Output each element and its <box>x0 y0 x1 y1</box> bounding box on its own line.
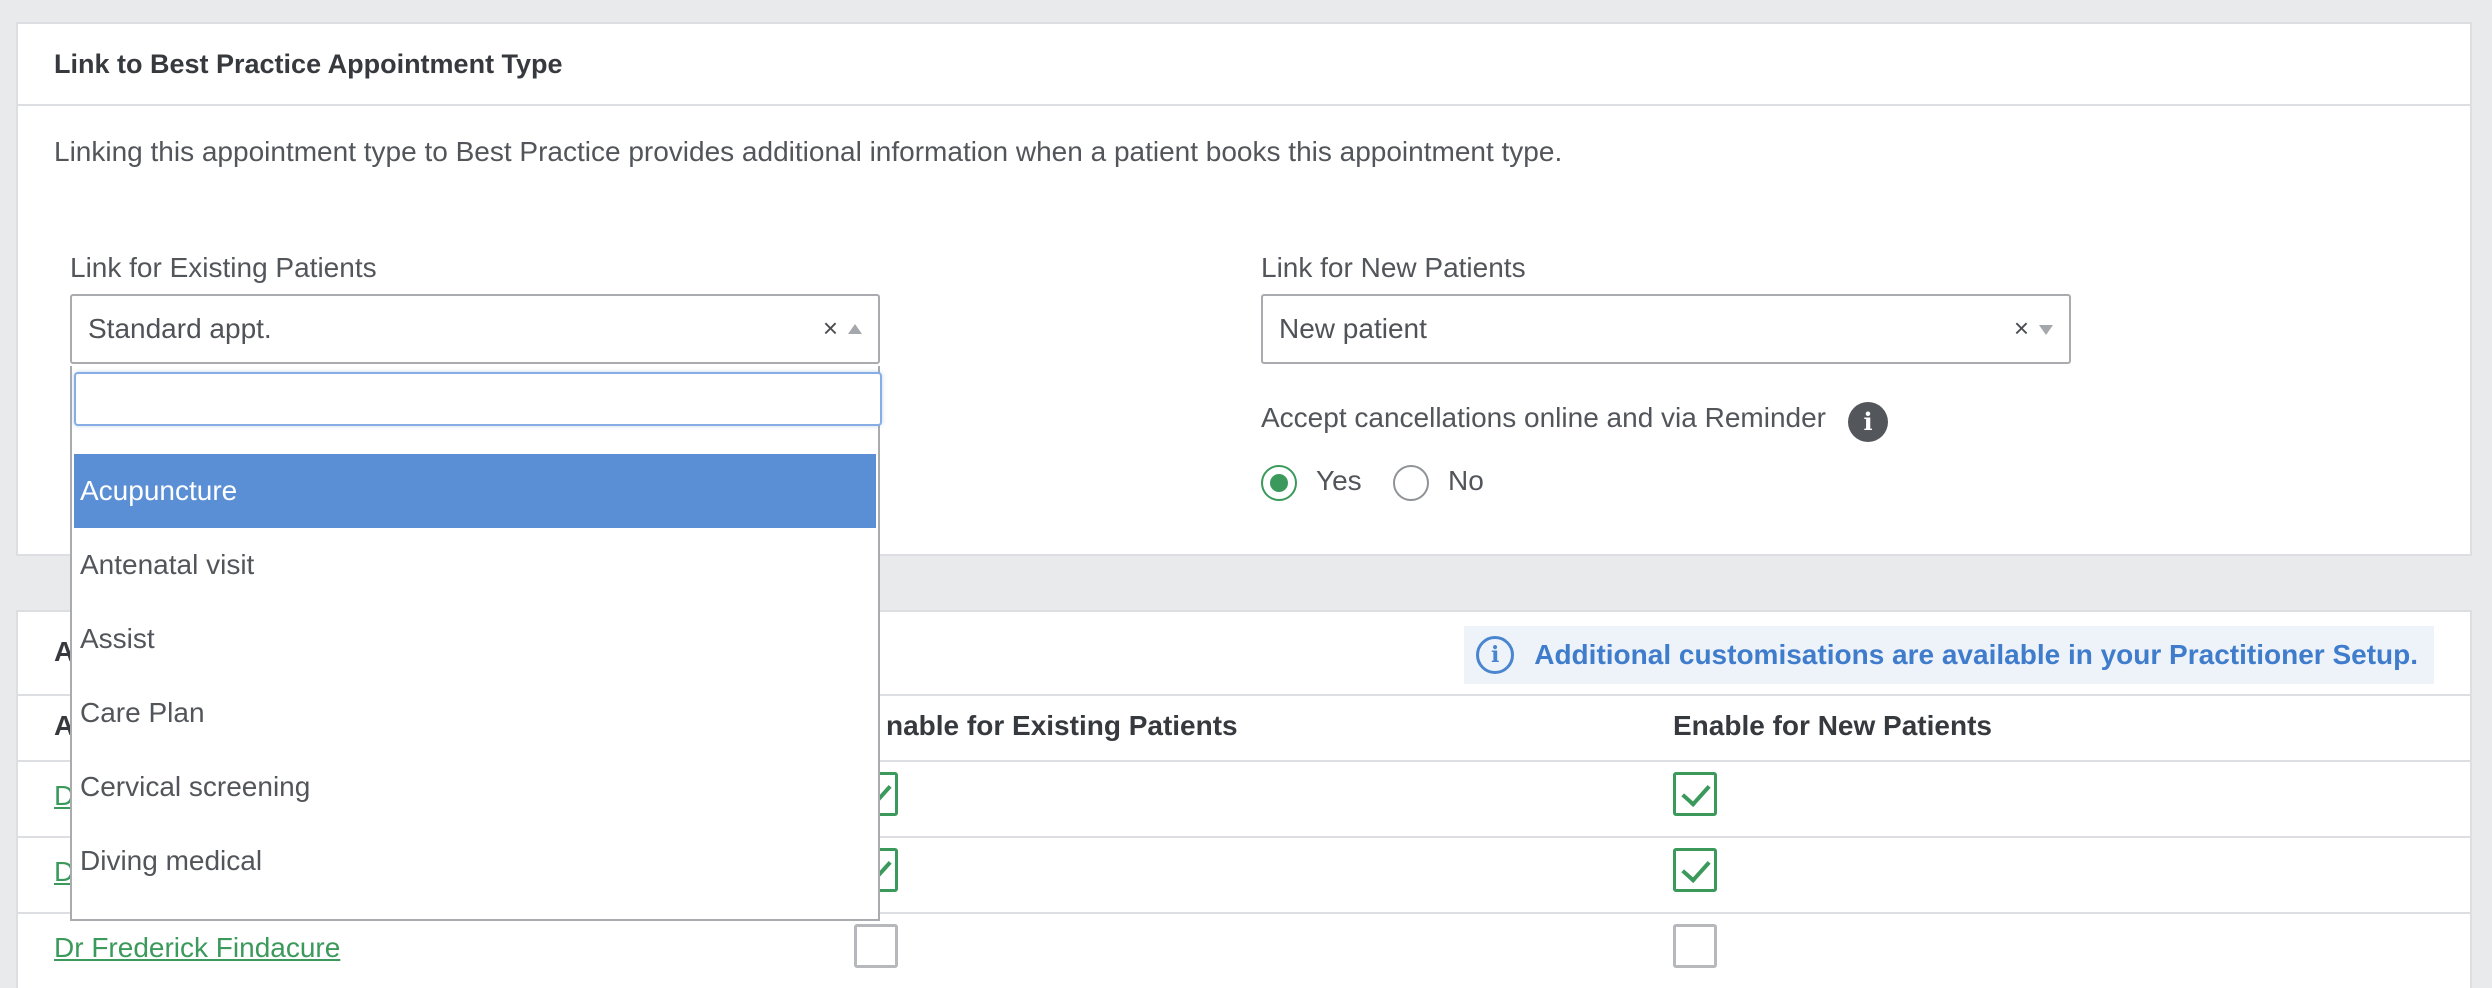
cancellations-label: Accept cancellations online and via Remi… <box>1261 402 1826 433</box>
cancel-no-radio[interactable] <box>1393 465 1429 501</box>
info-circle-icon: i <box>1476 636 1515 674</box>
dropdown-option[interactable]: Antenatal visit <box>74 528 876 602</box>
col-header-new: Enable for New Patients <box>1673 710 1992 741</box>
info-icon[interactable]: i <box>1848 402 1888 442</box>
link-panel-title: Link to Best Practice Appointment Type <box>54 48 563 79</box>
dropdown-options: Acupuncture Antenatal visit Assist Care … <box>74 454 876 898</box>
new-patients-select[interactable]: New patient × <box>1261 294 2071 364</box>
caret-up-icon[interactable] <box>848 324 862 334</box>
existing-patients-dropdown: Acupuncture Antenatal visit Assist Care … <box>70 366 882 921</box>
link-panel-header: Link to Best Practice Appointment Type <box>18 24 2470 106</box>
link-description: Linking this appointment type to Best Pr… <box>54 136 1563 167</box>
cancel-yes-radio[interactable] <box>1261 465 1297 501</box>
new-patients-value: New patient <box>1279 313 1427 344</box>
cancel-no-label: No <box>1448 465 1484 496</box>
dropdown-option[interactable]: Cervical screening <box>74 750 876 824</box>
existing-patients-select[interactable]: Standard appt. × <box>70 294 880 364</box>
dropdown-search-input[interactable] <box>74 372 882 426</box>
cancel-yes-label: Yes <box>1316 465 1362 496</box>
new-patients-label: Link for New Patients <box>1261 252 1526 283</box>
new-checkbox[interactable] <box>1673 848 1717 892</box>
practitioner-link[interactable]: Dr Frederick Findacure <box>54 932 340 964</box>
caret-down-icon[interactable] <box>2039 325 2053 335</box>
col-header-existing: nable for Existing Patients <box>886 710 1238 741</box>
clear-new-icon[interactable]: × <box>2014 313 2029 344</box>
existing-patients-value: Standard appt. <box>88 313 272 344</box>
clear-existing-icon[interactable]: × <box>823 313 838 344</box>
customisation-notice: i Additional customisations are availabl… <box>1464 626 2434 684</box>
dropdown-option[interactable]: Acupuncture <box>74 454 876 528</box>
existing-patients-label: Link for Existing Patients <box>70 252 377 283</box>
new-checkbox[interactable] <box>1673 924 1717 968</box>
dropdown-option[interactable]: Diving medical <box>74 824 876 898</box>
existing-checkbox[interactable] <box>854 924 898 968</box>
dropdown-option[interactable]: Assist <box>74 602 876 676</box>
dropdown-option[interactable]: Care Plan <box>74 676 876 750</box>
customisation-notice-text[interactable]: Additional customisations are available … <box>1534 639 2418 671</box>
new-checkbox[interactable] <box>1673 772 1717 816</box>
